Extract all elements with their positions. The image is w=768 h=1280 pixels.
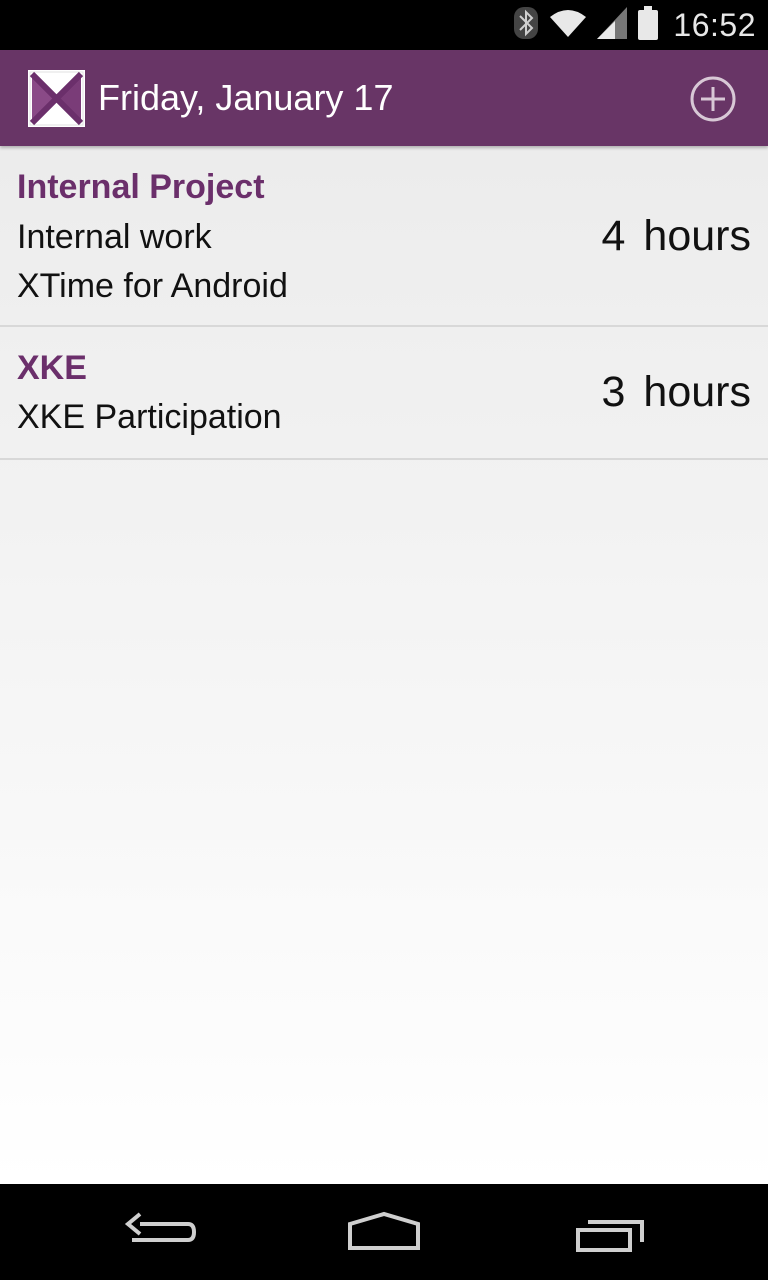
navigation-bar <box>0 1184 768 1280</box>
entry-hours-value: 4 <box>601 212 626 260</box>
entry-description: XKE Participation <box>17 398 282 436</box>
entry-hours-unit: hours <box>643 368 751 416</box>
home-button[interactable] <box>334 1202 434 1262</box>
status-time: 16:52 <box>673 6 756 43</box>
status-bar: 16:52 <box>0 0 768 50</box>
back-button[interactable] <box>110 1202 210 1262</box>
add-circle-icon <box>690 76 736 125</box>
entry-hours: 3 hours <box>602 368 752 417</box>
entry-hours: 4 hours <box>602 212 752 261</box>
bluetooth-icon <box>513 6 539 44</box>
list-item[interactable]: Internal Project Internal work XTime for… <box>0 146 768 327</box>
entry-hours-value: 3 <box>601 368 626 416</box>
page-title: Friday, January 17 <box>98 77 394 118</box>
recent-apps-icon <box>560 1220 660 1265</box>
battery-icon <box>637 6 659 44</box>
entry-project-name: Internal Project <box>17 168 265 206</box>
wifi-icon <box>549 8 587 42</box>
add-entry-button[interactable] <box>690 76 736 122</box>
list-item[interactable]: XKE XKE Participation 3 hours <box>0 327 768 460</box>
recent-apps-button[interactable] <box>560 1202 660 1262</box>
home-icon <box>334 1211 434 1265</box>
time-entry-list: Internal Project Internal work XTime for… <box>0 146 768 1184</box>
signal-icon <box>597 7 628 43</box>
entry-project-name: XKE <box>17 349 87 387</box>
back-icon <box>110 1212 210 1265</box>
entry-hours-unit: hours <box>643 212 751 260</box>
status-icons: 16:52 <box>513 0 756 50</box>
entry-description: XTime for Android <box>17 267 288 305</box>
entry-description: Internal work <box>17 218 212 256</box>
action-bar: Friday, January 17 <box>0 50 768 146</box>
app-logo-x-icon[interactable] <box>28 70 85 127</box>
